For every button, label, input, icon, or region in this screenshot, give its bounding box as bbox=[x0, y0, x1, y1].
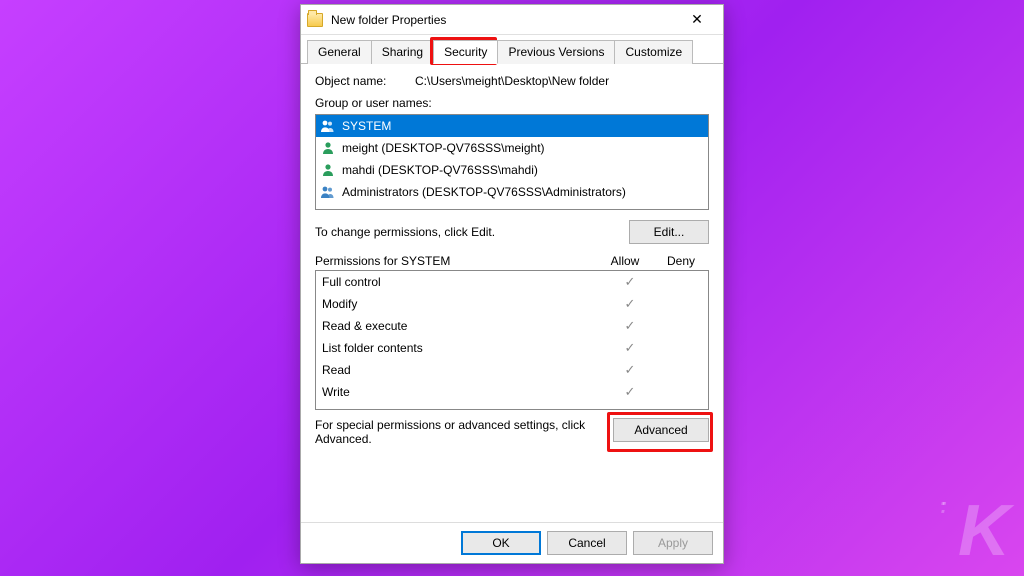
advanced-hint: For special permissions or advanced sett… bbox=[315, 418, 613, 446]
permission-name: Read & execute bbox=[322, 319, 606, 333]
titlebar: New folder Properties ✕ bbox=[301, 5, 723, 35]
advanced-button[interactable]: Advanced bbox=[613, 418, 709, 442]
allow-check-icon: ✓ bbox=[606, 340, 654, 356]
tab-sharing[interactable]: Sharing bbox=[371, 40, 434, 64]
tab-customize[interactable]: Customize bbox=[614, 40, 693, 64]
close-icon: ✕ bbox=[691, 11, 703, 28]
edit-hint: To change permissions, click Edit. bbox=[315, 225, 629, 239]
properties-dialog: New folder Properties ✕ GeneralSharingSe… bbox=[300, 4, 724, 564]
folder-icon bbox=[307, 13, 323, 27]
tab-general[interactable]: General bbox=[307, 40, 372, 64]
user-item[interactable]: SYSTEM bbox=[316, 115, 708, 137]
permission-row: List folder contents✓ bbox=[316, 337, 708, 359]
dialog-footer: OK Cancel Apply bbox=[301, 522, 723, 563]
tab-previous-versions[interactable]: Previous Versions bbox=[497, 40, 615, 64]
close-button[interactable]: ✕ bbox=[677, 6, 717, 34]
apply-button[interactable]: Apply bbox=[633, 531, 713, 555]
object-name-label: Object name: bbox=[315, 74, 415, 88]
permission-row: Full control✓ bbox=[316, 271, 708, 293]
user-item-label: Administrators (DESKTOP-QV76SSS\Administ… bbox=[342, 185, 626, 199]
permission-row: Read✓ bbox=[316, 359, 708, 381]
edit-button[interactable]: Edit... bbox=[629, 220, 709, 244]
allow-check-icon: ✓ bbox=[606, 384, 654, 400]
permission-name: Modify bbox=[322, 297, 606, 311]
tab-security[interactable]: Security bbox=[433, 40, 498, 64]
group-icon bbox=[320, 118, 336, 134]
user-icon bbox=[320, 140, 336, 156]
allow-column-header: Allow bbox=[597, 254, 653, 268]
permission-row: Modify✓ bbox=[316, 293, 708, 315]
group-icon bbox=[320, 184, 336, 200]
permission-name: List folder contents bbox=[322, 341, 606, 355]
user-list[interactable]: SYSTEM meight (DESKTOP-QV76SSS\meight) mah… bbox=[315, 114, 709, 210]
cancel-button[interactable]: Cancel bbox=[547, 531, 627, 555]
object-name-value: C:\Users\meight\Desktop\New folder bbox=[415, 74, 709, 88]
user-item[interactable]: meight (DESKTOP-QV76SSS\meight) bbox=[316, 137, 708, 159]
permission-name: Read bbox=[322, 363, 606, 377]
dialog-body: Object name: C:\Users\meight\Desktop\New… bbox=[301, 64, 723, 522]
permission-name: Full control bbox=[322, 275, 606, 289]
permission-row: Write✓ bbox=[316, 381, 708, 403]
watermark-letter: K bbox=[958, 491, 1006, 571]
watermark-logo: ∙∙∙ K bbox=[958, 490, 1006, 572]
allow-check-icon: ✓ bbox=[606, 362, 654, 378]
user-icon bbox=[320, 162, 336, 178]
permissions-header: Permissions for SYSTEM bbox=[315, 254, 597, 268]
ok-button[interactable]: OK bbox=[461, 531, 541, 555]
deny-column-header: Deny bbox=[653, 254, 709, 268]
permission-name: Write bbox=[322, 385, 606, 399]
user-item-label: mahdi (DESKTOP-QV76SSS\mahdi) bbox=[342, 163, 538, 177]
user-item[interactable]: Administrators (DESKTOP-QV76SSS\Administ… bbox=[316, 181, 708, 203]
user-item-label: meight (DESKTOP-QV76SSS\meight) bbox=[342, 141, 545, 155]
permission-row: Read & execute✓ bbox=[316, 315, 708, 337]
group-user-label: Group or user names: bbox=[315, 96, 709, 110]
window-title: New folder Properties bbox=[331, 13, 677, 27]
allow-check-icon: ✓ bbox=[606, 318, 654, 334]
user-item[interactable]: mahdi (DESKTOP-QV76SSS\mahdi) bbox=[316, 159, 708, 181]
user-item-label: SYSTEM bbox=[342, 119, 391, 133]
permissions-list[interactable]: Full control✓Modify✓Read & execute✓List … bbox=[315, 270, 709, 410]
allow-check-icon: ✓ bbox=[606, 296, 654, 312]
allow-check-icon: ✓ bbox=[606, 274, 654, 290]
tab-strip: GeneralSharingSecurityPrevious VersionsC… bbox=[301, 35, 723, 64]
